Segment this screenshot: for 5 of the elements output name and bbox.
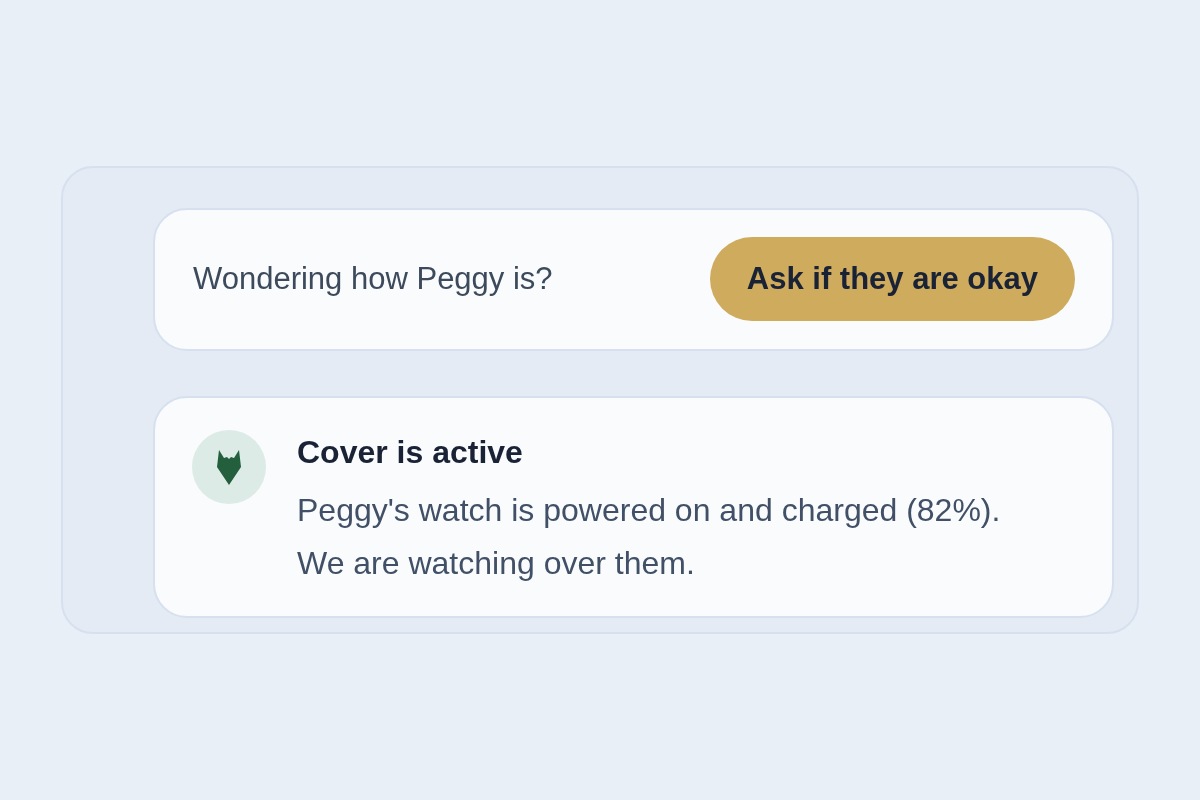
status-title: Cover is active <box>297 432 524 472</box>
check-in-question: Wondering how Peggy is? <box>193 261 553 298</box>
status-message: Peggy's watch is powered on and charged (82%). We are watching over them. <box>297 490 1002 583</box>
fox-head-icon <box>192 429 266 504</box>
ask-if-okay-button[interactable]: Ask if they are okay <box>709 237 1075 322</box>
